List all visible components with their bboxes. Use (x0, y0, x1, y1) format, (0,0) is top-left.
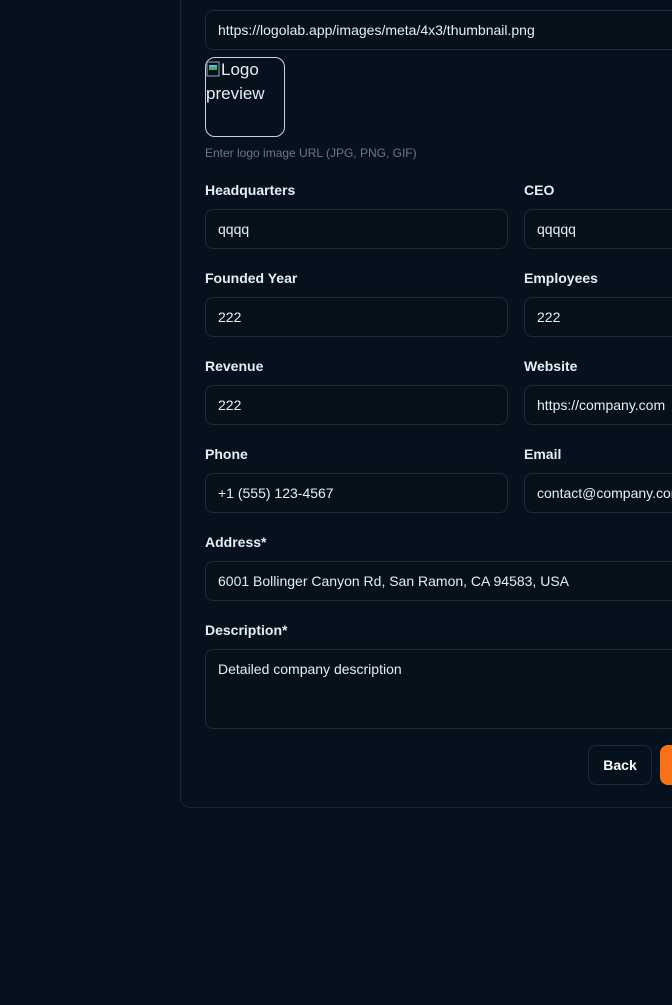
submit-button[interactable] (660, 745, 672, 785)
address-input[interactable]: 6001 Bollinger Canyon Rd, San Ramon, CA … (205, 561, 672, 601)
website-label: Website (524, 358, 578, 374)
logo-url-hint: Enter logo image URL (JPG, PNG, GIF) (205, 146, 417, 160)
revenue-label: Revenue (205, 358, 264, 374)
broken-image-icon (206, 61, 220, 77)
founded-year-label: Founded Year (205, 270, 298, 286)
description-textarea[interactable]: Detailed company description (205, 649, 672, 729)
headquarters-label: Headquarters (205, 182, 296, 198)
ceo-label: CEO (524, 182, 555, 198)
ceo-input[interactable]: qqqqq (524, 209, 672, 249)
phone-input[interactable]: +1 (555) 123-4567 (205, 473, 508, 513)
description-label: Description* (205, 622, 288, 638)
phone-label: Phone (205, 446, 248, 462)
email-label: Email (524, 446, 562, 462)
founded-year-input[interactable]: 222 (205, 297, 508, 337)
employees-input[interactable]: 222 (524, 297, 672, 337)
back-button[interactable]: Back (588, 745, 652, 785)
employees-label: Employees (524, 270, 598, 286)
headquarters-input[interactable]: qqqq (205, 209, 508, 249)
revenue-input[interactable]: 222 (205, 385, 508, 425)
email-input[interactable]: contact@company.com (524, 473, 672, 513)
logo-preview-image: Logo preview (205, 57, 285, 137)
logo-url-input[interactable]: https://logolab.app/images/meta/4x3/thum… (205, 10, 672, 50)
address-label: Address* (205, 534, 267, 550)
website-input[interactable]: https://company.com (524, 385, 672, 425)
